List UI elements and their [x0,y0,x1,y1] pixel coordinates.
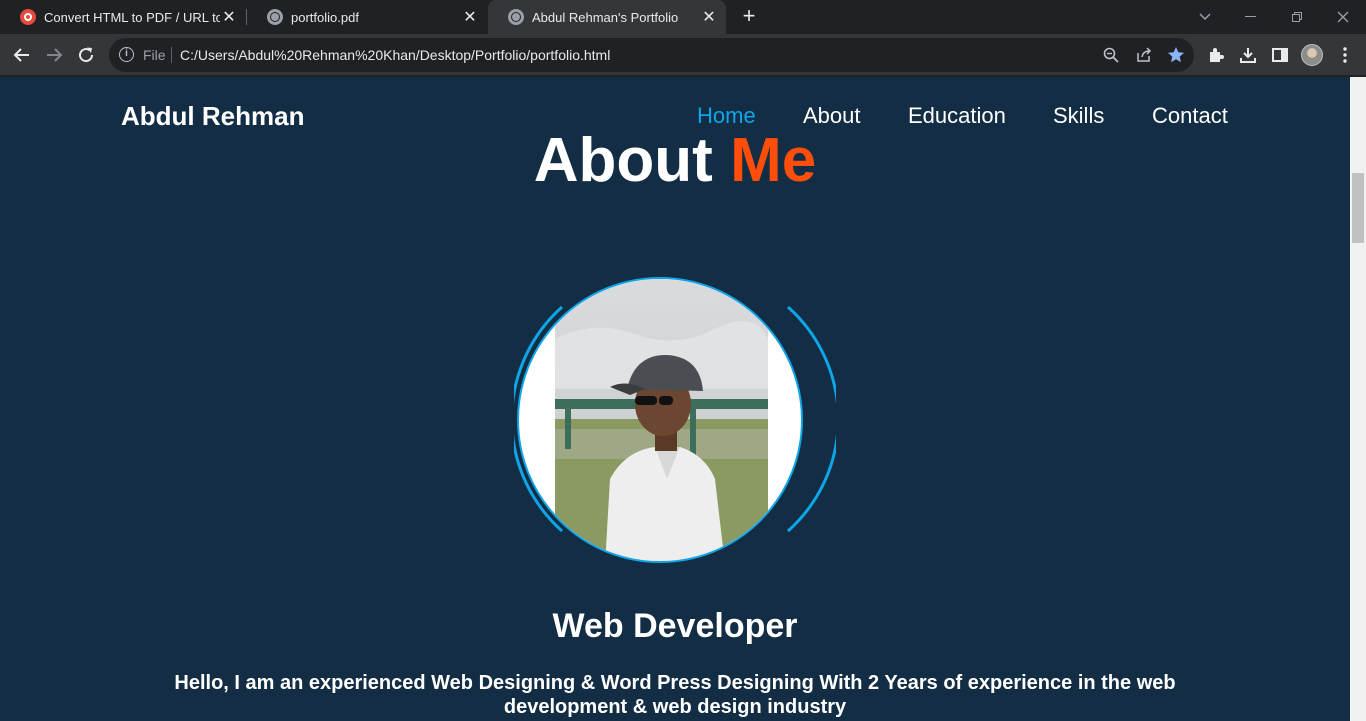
section-title-main: About [533,126,713,195]
tab-portfolio-pdf[interactable]: portfolio.pdf ✕ [247,0,487,34]
close-icon[interactable]: ✕ [220,7,238,27]
zoom-icon[interactable] [1099,43,1123,67]
scrollbar-thumb[interactable] [1352,173,1364,243]
tab-pdf-converter[interactable]: Convert HTML to PDF / URL to PDF ✕ [0,0,246,34]
bookmark-star-icon[interactable] [1164,43,1188,67]
browser-toolbar: i File C:/Users/Abdul%20Rehman%20Khan/De… [0,34,1366,76]
profile-avatar[interactable] [1301,44,1323,66]
scheme-label: File [143,47,166,63]
menu-kebab-icon[interactable] [1333,43,1357,67]
downloads-icon[interactable] [1236,43,1260,67]
tab-title: Abdul Rehman's Portfolio [532,9,679,25]
intro-paragraph: Hello, I am an experienced Web Designing… [174,672,1176,718]
role-heading: Web Developer [552,607,798,645]
tab-title: Convert HTML to PDF / URL to PDF [44,9,220,25]
profile-photo-image [555,279,768,561]
page-scrollbar[interactable] [1350,77,1366,721]
globe-icon [267,9,283,25]
pdf-converter-icon [20,9,36,25]
tab-title: portfolio.pdf [291,9,359,25]
tab-search-icon[interactable] [1182,0,1228,34]
back-icon[interactable] [10,43,34,67]
minimize-icon[interactable] [1228,0,1274,34]
close-window-icon[interactable] [1320,0,1366,34]
new-tab-icon[interactable]: + [738,5,760,27]
extensions-icon[interactable] [1204,43,1228,67]
profile-photo [517,277,803,563]
site-info-icon[interactable]: i [119,47,134,62]
globe-icon [508,9,524,25]
section-title: About Me [0,125,1350,196]
address-divider [171,47,172,63]
address-bar[interactable]: i File C:/Users/Abdul%20Rehman%20Khan/De… [109,38,1194,72]
side-panel-icon[interactable] [1268,43,1292,67]
section-title-accent: Me [730,126,817,195]
reload-icon[interactable] [74,43,98,67]
url-text[interactable]: C:/Users/Abdul%20Rehman%20Khan/Desktop/P… [180,47,610,63]
share-icon[interactable] [1132,43,1156,67]
tab-strip: Convert HTML to PDF / URL to PDF ✕ portf… [0,0,1366,34]
page-viewport: Abdul Rehman Home About Education Skills… [0,77,1350,721]
close-icon[interactable]: ✕ [700,7,718,27]
restore-icon[interactable] [1274,0,1320,34]
tab-portfolio-active[interactable]: Abdul Rehman's Portfolio ✕ [488,0,726,34]
close-icon[interactable]: ✕ [461,7,479,27]
forward-icon[interactable] [42,43,66,67]
